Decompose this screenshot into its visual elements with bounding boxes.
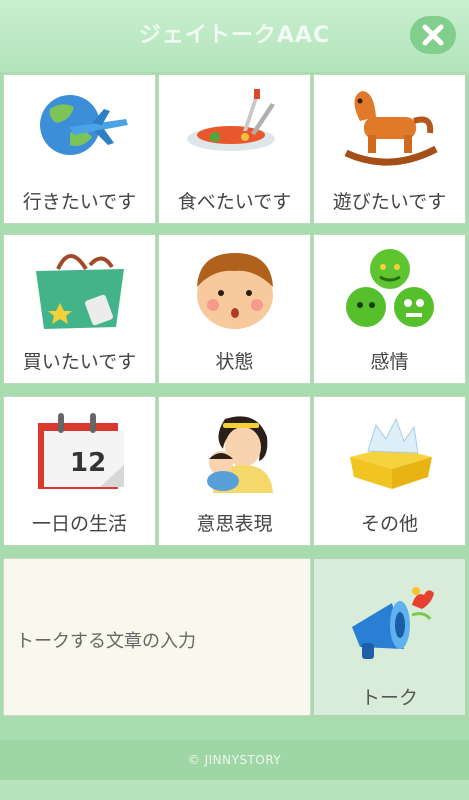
shopping-bag-icon [36, 254, 124, 329]
tile-daily-life[interactable]: 12 一日の生活 [3, 396, 156, 546]
boy-face-icon [197, 253, 273, 329]
app-title: ジェイトークAAC [138, 23, 331, 48]
category-row-2: 買いたいです 状態 感情 [0, 234, 469, 386]
emotion-smileys-icon [346, 249, 434, 327]
travel-globe-plane-icon [40, 95, 128, 155]
tile-label: 意思表現 [196, 513, 273, 535]
megaphone-icon [352, 587, 434, 659]
calendar-icon: 12 [38, 413, 124, 489]
tile-label: 食べたいです [177, 191, 292, 213]
category-row-3: 12 一日の生活 意思表現 その他 [0, 396, 469, 548]
tile-state[interactable]: 状態 [158, 234, 311, 384]
tile-play[interactable]: 遊びたいです [313, 74, 466, 224]
gift-box-icon [350, 417, 432, 489]
tile-label: 行きたいです [22, 191, 137, 213]
tile-label: 状態 [215, 351, 254, 373]
tile-go[interactable]: 行きたいです [3, 74, 156, 224]
close-button[interactable] [410, 16, 456, 54]
rocking-horse-icon [344, 91, 438, 166]
talk-button-label: トーク [360, 687, 418, 709]
food-plate-icon [187, 89, 275, 151]
tile-buy[interactable]: 買いたいです [3, 234, 156, 384]
svg-text:12: 12 [70, 448, 106, 478]
tile-other[interactable]: その他 [313, 396, 466, 546]
tile-eat[interactable]: 食べたいです [158, 74, 311, 224]
category-row-1: 行きたいです 食べたいです 遊びたいです [0, 74, 469, 226]
footer-copyright: © JINNYSTORY [0, 740, 469, 780]
talk-button[interactable]: トーク [313, 558, 466, 716]
tile-emotion[interactable]: 感情 [313, 234, 466, 384]
bottom-bar [0, 780, 469, 800]
talk-input-placeholder: トークする文章の入力 [16, 631, 196, 652]
tile-label: 一日の生活 [31, 513, 127, 535]
tile-label: 遊びたいです [332, 191, 447, 213]
mother-child-icon [207, 416, 273, 493]
tile-label: その他 [360, 513, 418, 535]
tile-label: 買いたいです [22, 351, 137, 373]
talk-text-input[interactable]: トークする文章の入力 [3, 558, 311, 716]
tile-label: 感情 [370, 351, 409, 373]
close-icon [422, 24, 444, 46]
tile-intention[interactable]: 意思表現 [158, 396, 311, 546]
title-bar: ジェイトークAAC [0, 0, 469, 72]
